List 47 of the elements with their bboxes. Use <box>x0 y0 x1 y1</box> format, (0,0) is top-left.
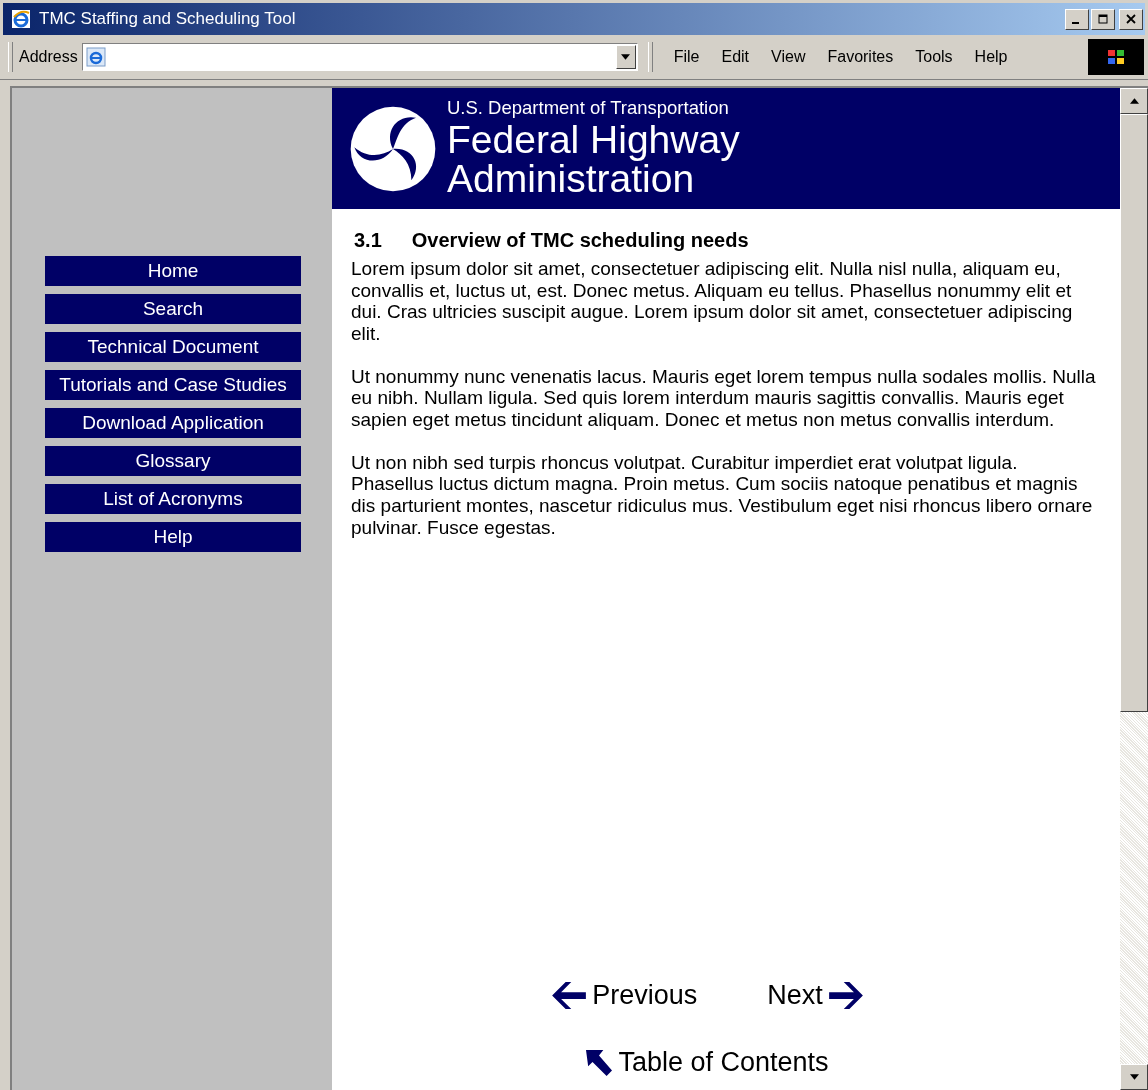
sidebar-item[interactable]: Help <box>45 522 301 552</box>
left-arrow-icon <box>552 982 587 1009</box>
up-left-arrow-icon <box>586 1049 613 1076</box>
up-triangle-icon <box>1129 98 1139 104</box>
menu-item[interactable]: File <box>662 48 711 66</box>
department-name: U.S. Department of Transportation <box>447 99 730 118</box>
close-icon <box>1126 14 1136 24</box>
paragraph: Ut nonummy nunc venenatis lacus. Mauris eget lorem tempus nulla sodales mollis. Nulla eu nibh. Nullam ligula. Sed quis lorem interdum mauris sagittis convallis. Mauris eget sapien eget metus tincidunt aliquam. Donec et metus non metus convallis interdum. <box>351 365 1097 431</box>
right-arrow-icon <box>828 982 863 1009</box>
menu-item[interactable]: Help <box>963 48 1019 66</box>
sidebar-item[interactable]: Download Application <box>45 408 301 438</box>
sidebar-item[interactable]: Glossary <box>45 446 301 476</box>
minimize-button[interactable] <box>1065 8 1089 30</box>
address-field[interactable] <box>81 43 638 71</box>
scroll-thumb[interactable] <box>1120 114 1148 712</box>
menu-item[interactable]: Favorites <box>816 48 905 66</box>
previous-link[interactable]: Previous <box>552 980 698 1011</box>
menu-item[interactable]: View <box>760 48 817 66</box>
menu-item[interactable]: Tools <box>904 48 964 66</box>
sidebar-item[interactable]: Search <box>45 294 301 324</box>
next-link[interactable]: Next <box>767 980 863 1011</box>
menu-item[interactable]: Edit <box>710 48 761 66</box>
window-title: TMC Staffing and Scheduling Tool <box>39 9 296 29</box>
section-number: 3.1 <box>354 229 382 252</box>
caret-icon <box>621 54 631 60</box>
dropdown-button[interactable] <box>615 45 636 69</box>
windows-logo-icon <box>1088 39 1144 75</box>
address-label: Address <box>19 48 78 66</box>
paragraph: Lorem ipsum dolor sit amet, consectetuer adipiscing elit. Nulla nisl nulla, aliquam eu, convallis et, luctus ut, est. Donec metus. Aliquam eu tellus. Phasellus nonummy elit et dui. Cras ultricies suscipit augue. Lorem ipsum dolor sit amet, consectetuer adipiscing elit. <box>351 258 1074 345</box>
sidebar-item[interactable]: Home <box>45 256 301 286</box>
sidebar-item[interactable]: Technical Document <box>45 332 301 362</box>
down-triangle-icon <box>1129 1074 1139 1080</box>
close-button[interactable] <box>1119 8 1143 30</box>
agency-name: Federal Highway <box>447 119 740 159</box>
scroll-up-button[interactable] <box>1120 88 1148 114</box>
browser-icon <box>11 9 31 29</box>
sidebar-item[interactable]: List of Acronyms <box>45 484 301 514</box>
minimize-icon <box>1072 22 1079 24</box>
maximize-button[interactable] <box>1091 8 1115 30</box>
section-heading: Overview of TMC scheduling needs <box>411 229 749 252</box>
vertical-scrollbar[interactable] <box>1120 88 1148 1090</box>
maximize-icon <box>1098 14 1108 24</box>
table-of-contents-link[interactable]: Table of Contents <box>586 1047 829 1078</box>
scroll-down-button[interactable] <box>1120 1064 1148 1090</box>
paragraph: Ut non nibh sed turpis rhoncus volutpat. Curabitur imperdiet erat volutpat ligula. Phasellus luctus dictum magna. Proin metus. Cum sociis natoque penatibus et magnis dis parturient montes, nascetur ridiculus mus. Vestibulum eget nisi rhoncus libero ornare pulvinar. Fusce egestas. <box>351 451 1094 539</box>
sidebar-item[interactable]: Tutorials and Case Studies <box>45 370 301 400</box>
page-icon <box>85 47 106 67</box>
